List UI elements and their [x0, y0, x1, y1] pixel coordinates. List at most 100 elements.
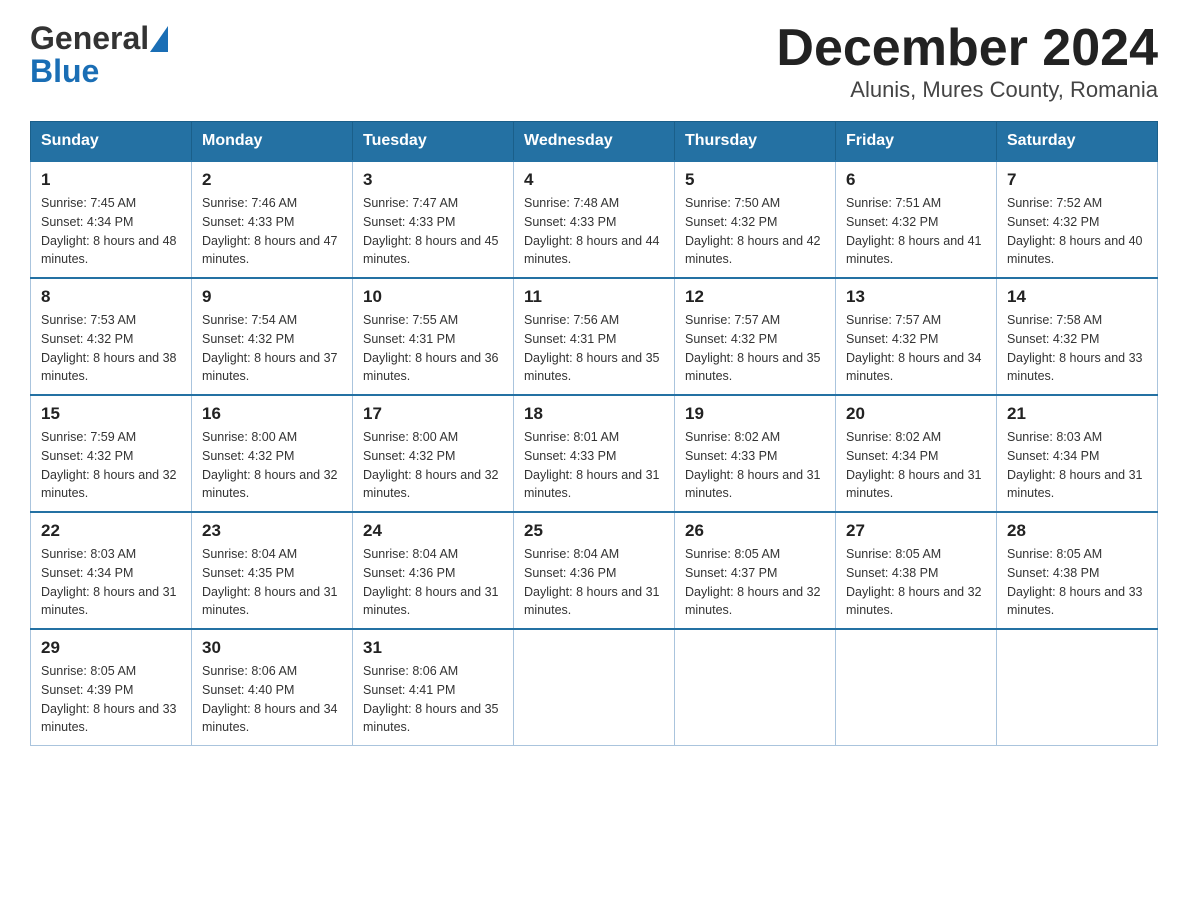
day-number: 18 [524, 404, 664, 424]
title-block: December 2024 Alunis, Mures County, Roma… [776, 20, 1158, 103]
header-thursday: Thursday [675, 122, 836, 162]
day-number: 14 [1007, 287, 1147, 307]
day-number: 8 [41, 287, 181, 307]
calendar-day-cell: 14 Sunrise: 7:58 AM Sunset: 4:32 PM Dayl… [997, 278, 1158, 395]
calendar-subtitle: Alunis, Mures County, Romania [776, 77, 1158, 103]
day-number: 1 [41, 170, 181, 190]
day-number: 15 [41, 404, 181, 424]
calendar-day-cell: 1 Sunrise: 7:45 AM Sunset: 4:34 PM Dayli… [31, 161, 192, 278]
day-info: Sunrise: 7:57 AM Sunset: 4:32 PM Dayligh… [685, 313, 821, 383]
day-number: 12 [685, 287, 825, 307]
calendar-day-cell: 3 Sunrise: 7:47 AM Sunset: 4:33 PM Dayli… [353, 161, 514, 278]
calendar-day-cell: 11 Sunrise: 7:56 AM Sunset: 4:31 PM Dayl… [514, 278, 675, 395]
day-number: 26 [685, 521, 825, 541]
calendar-week-row: 22 Sunrise: 8:03 AM Sunset: 4:34 PM Dayl… [31, 512, 1158, 629]
calendar-title: December 2024 [776, 20, 1158, 77]
day-number: 21 [1007, 404, 1147, 424]
day-info: Sunrise: 7:56 AM Sunset: 4:31 PM Dayligh… [524, 313, 660, 383]
day-number: 3 [363, 170, 503, 190]
day-number: 4 [524, 170, 664, 190]
day-info: Sunrise: 7:46 AM Sunset: 4:33 PM Dayligh… [202, 196, 338, 266]
calendar-day-cell: 9 Sunrise: 7:54 AM Sunset: 4:32 PM Dayli… [192, 278, 353, 395]
calendar-week-row: 15 Sunrise: 7:59 AM Sunset: 4:32 PM Dayl… [31, 395, 1158, 512]
calendar-day-cell: 20 Sunrise: 8:02 AM Sunset: 4:34 PM Dayl… [836, 395, 997, 512]
day-number: 31 [363, 638, 503, 658]
calendar-day-cell: 8 Sunrise: 7:53 AM Sunset: 4:32 PM Dayli… [31, 278, 192, 395]
day-info: Sunrise: 8:04 AM Sunset: 4:35 PM Dayligh… [202, 547, 338, 617]
day-info: Sunrise: 7:54 AM Sunset: 4:32 PM Dayligh… [202, 313, 338, 383]
day-info: Sunrise: 7:59 AM Sunset: 4:32 PM Dayligh… [41, 430, 177, 500]
day-number: 17 [363, 404, 503, 424]
header-friday: Friday [836, 122, 997, 162]
calendar-day-cell: 26 Sunrise: 8:05 AM Sunset: 4:37 PM Dayl… [675, 512, 836, 629]
logo: General Blue [30, 20, 168, 90]
day-number: 24 [363, 521, 503, 541]
calendar-header: Sunday Monday Tuesday Wednesday Thursday… [31, 122, 1158, 162]
logo-flag-icon [150, 26, 168, 52]
calendar-day-cell: 17 Sunrise: 8:00 AM Sunset: 4:32 PM Dayl… [353, 395, 514, 512]
calendar-day-cell: 21 Sunrise: 8:03 AM Sunset: 4:34 PM Dayl… [997, 395, 1158, 512]
day-info: Sunrise: 7:53 AM Sunset: 4:32 PM Dayligh… [41, 313, 177, 383]
day-number: 25 [524, 521, 664, 541]
calendar-day-cell: 23 Sunrise: 8:04 AM Sunset: 4:35 PM Dayl… [192, 512, 353, 629]
calendar-day-cell: 7 Sunrise: 7:52 AM Sunset: 4:32 PM Dayli… [997, 161, 1158, 278]
calendar-week-row: 8 Sunrise: 7:53 AM Sunset: 4:32 PM Dayli… [31, 278, 1158, 395]
day-info: Sunrise: 8:04 AM Sunset: 4:36 PM Dayligh… [524, 547, 660, 617]
day-number: 22 [41, 521, 181, 541]
logo-text-general: General [30, 20, 149, 57]
calendar-day-cell [997, 629, 1158, 746]
calendar-day-cell: 12 Sunrise: 7:57 AM Sunset: 4:32 PM Dayl… [675, 278, 836, 395]
calendar-day-cell: 25 Sunrise: 8:04 AM Sunset: 4:36 PM Dayl… [514, 512, 675, 629]
day-number: 29 [41, 638, 181, 658]
calendar-day-cell: 4 Sunrise: 7:48 AM Sunset: 4:33 PM Dayli… [514, 161, 675, 278]
day-info: Sunrise: 8:05 AM Sunset: 4:39 PM Dayligh… [41, 664, 177, 734]
day-info: Sunrise: 7:58 AM Sunset: 4:32 PM Dayligh… [1007, 313, 1143, 383]
day-info: Sunrise: 8:01 AM Sunset: 4:33 PM Dayligh… [524, 430, 660, 500]
calendar-day-cell: 16 Sunrise: 8:00 AM Sunset: 4:32 PM Dayl… [192, 395, 353, 512]
calendar-day-cell: 27 Sunrise: 8:05 AM Sunset: 4:38 PM Dayl… [836, 512, 997, 629]
day-info: Sunrise: 7:51 AM Sunset: 4:32 PM Dayligh… [846, 196, 982, 266]
day-number: 5 [685, 170, 825, 190]
calendar-day-cell [514, 629, 675, 746]
calendar-day-cell: 2 Sunrise: 7:46 AM Sunset: 4:33 PM Dayli… [192, 161, 353, 278]
day-info: Sunrise: 8:00 AM Sunset: 4:32 PM Dayligh… [202, 430, 338, 500]
calendar-day-cell: 31 Sunrise: 8:06 AM Sunset: 4:41 PM Dayl… [353, 629, 514, 746]
day-number: 19 [685, 404, 825, 424]
day-info: Sunrise: 7:48 AM Sunset: 4:33 PM Dayligh… [524, 196, 660, 266]
day-number: 10 [363, 287, 503, 307]
header-sunday: Sunday [31, 122, 192, 162]
calendar-day-cell: 22 Sunrise: 8:03 AM Sunset: 4:34 PM Dayl… [31, 512, 192, 629]
calendar-day-cell: 24 Sunrise: 8:04 AM Sunset: 4:36 PM Dayl… [353, 512, 514, 629]
day-number: 7 [1007, 170, 1147, 190]
day-info: Sunrise: 8:00 AM Sunset: 4:32 PM Dayligh… [363, 430, 499, 500]
calendar-week-row: 1 Sunrise: 7:45 AM Sunset: 4:34 PM Dayli… [31, 161, 1158, 278]
day-number: 20 [846, 404, 986, 424]
calendar-day-cell: 29 Sunrise: 8:05 AM Sunset: 4:39 PM Dayl… [31, 629, 192, 746]
calendar-day-cell: 18 Sunrise: 8:01 AM Sunset: 4:33 PM Dayl… [514, 395, 675, 512]
day-number: 28 [1007, 521, 1147, 541]
day-info: Sunrise: 8:05 AM Sunset: 4:37 PM Dayligh… [685, 547, 821, 617]
header-tuesday: Tuesday [353, 122, 514, 162]
header-monday: Monday [192, 122, 353, 162]
day-info: Sunrise: 8:06 AM Sunset: 4:41 PM Dayligh… [363, 664, 499, 734]
day-info: Sunrise: 7:50 AM Sunset: 4:32 PM Dayligh… [685, 196, 821, 266]
calendar-day-cell: 30 Sunrise: 8:06 AM Sunset: 4:40 PM Dayl… [192, 629, 353, 746]
logo-text-blue: Blue [30, 53, 168, 90]
day-number: 11 [524, 287, 664, 307]
day-info: Sunrise: 8:02 AM Sunset: 4:34 PM Dayligh… [846, 430, 982, 500]
day-info: Sunrise: 7:45 AM Sunset: 4:34 PM Dayligh… [41, 196, 177, 266]
day-info: Sunrise: 7:52 AM Sunset: 4:32 PM Dayligh… [1007, 196, 1143, 266]
calendar-table: Sunday Monday Tuesday Wednesday Thursday… [30, 121, 1158, 746]
calendar-day-cell [836, 629, 997, 746]
day-number: 2 [202, 170, 342, 190]
calendar-week-row: 29 Sunrise: 8:05 AM Sunset: 4:39 PM Dayl… [31, 629, 1158, 746]
day-info: Sunrise: 8:03 AM Sunset: 4:34 PM Dayligh… [1007, 430, 1143, 500]
day-info: Sunrise: 8:05 AM Sunset: 4:38 PM Dayligh… [1007, 547, 1143, 617]
header-saturday: Saturday [997, 122, 1158, 162]
calendar-day-cell [675, 629, 836, 746]
day-info: Sunrise: 8:04 AM Sunset: 4:36 PM Dayligh… [363, 547, 499, 617]
calendar-day-cell: 28 Sunrise: 8:05 AM Sunset: 4:38 PM Dayl… [997, 512, 1158, 629]
day-info: Sunrise: 7:47 AM Sunset: 4:33 PM Dayligh… [363, 196, 499, 266]
day-number: 16 [202, 404, 342, 424]
day-number: 23 [202, 521, 342, 541]
